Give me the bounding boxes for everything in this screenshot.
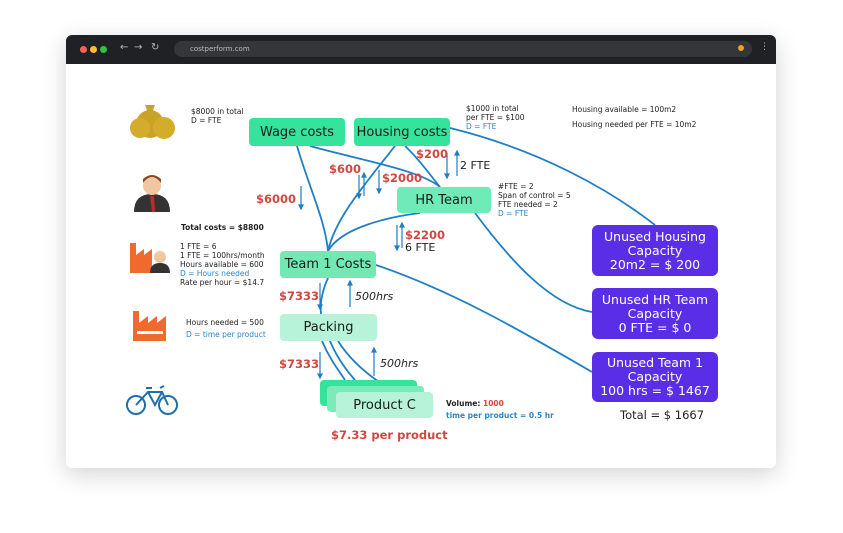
unused-housing-capacity[interactable]: Unused Housing Capacity 20m2 = $ 200: [592, 225, 718, 276]
unused-team1-capacity[interactable]: Unused Team 1 Capacity 100 hrs = $ 1467: [592, 352, 718, 402]
factory-worker-icon: [130, 243, 170, 273]
flow-7333-team1: $7333: [279, 289, 320, 303]
money-bags-icon: [130, 105, 175, 139]
arrow-down-icon: [298, 204, 304, 211]
flow-2fte: 2 FTE: [460, 159, 491, 172]
housing-note: $1000 in total per FTE = $100 D = FTE: [466, 104, 525, 131]
flow-6000: $6000: [256, 192, 297, 206]
flow-500hrs-team1: 500hrs: [355, 290, 394, 303]
team1-note: 1 FTE = 61 FTE = 100hrs/month Hours avail…: [180, 242, 265, 287]
flow-2000: $2000: [382, 171, 423, 185]
housing-capacity-note: Housing available = 100m2 Housing needed …: [572, 105, 697, 129]
unused-hr-capacity[interactable]: Unused HR Team Capacity 0 FTE = $ 0: [592, 288, 718, 339]
node-housing-costs[interactable]: Housing costs: [354, 118, 450, 146]
unused-total: Total = $ 1667: [620, 408, 705, 422]
manager-icon: [134, 175, 170, 212]
node-packing[interactable]: Packing: [280, 314, 377, 341]
per-product-cost: $7.33 per product: [331, 428, 448, 442]
node-hr-team[interactable]: HR Team: [397, 187, 491, 213]
packing-note: Hours needed = 500 D = time per product: [186, 318, 266, 339]
factory-icon: [133, 311, 166, 341]
flow-line: [474, 212, 593, 313]
flow-500hrs-packing: 500hrs: [380, 357, 419, 370]
flow-200: $200: [416, 147, 449, 161]
node-wage-costs[interactable]: Wage costs: [249, 118, 345, 146]
flow-6fte: 6 FTE: [405, 241, 436, 254]
node-team1-costs[interactable]: Team 1 Costs: [280, 251, 376, 278]
product-note: Volume: 1000 time per product = 0.5 hr: [446, 399, 554, 420]
bicycle-icon: [126, 385, 178, 415]
flow-line: [296, 145, 329, 252]
flow-600: $600: [329, 162, 362, 176]
flow-7333-packing: $7333: [279, 357, 320, 371]
wage-note: $8000 in total D = FTE: [191, 107, 244, 125]
flow-line: [375, 264, 593, 373]
total-costs-note: Total costs = $8800: [181, 223, 264, 232]
flow-2200: $2200: [405, 228, 446, 242]
node-product-c[interactable]: Product C: [336, 392, 433, 418]
hr-note: #FTE = 2 Span of control = 5 FTE needed = …: [498, 182, 571, 218]
